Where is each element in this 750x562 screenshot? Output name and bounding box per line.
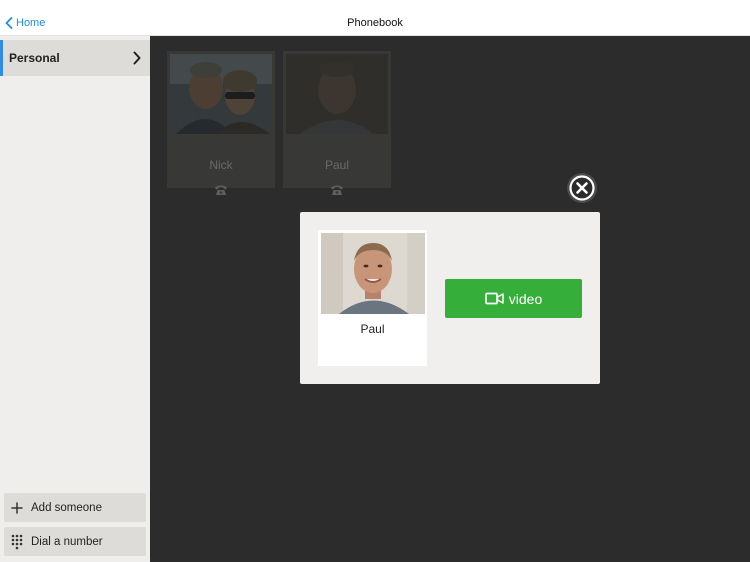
back-button[interactable]: Home — [5, 14, 45, 32]
close-circle-icon — [567, 173, 597, 203]
sidebar-item-label: Personal — [9, 51, 60, 65]
contact-name: Nick — [209, 158, 233, 172]
call-options-dialog: Paul video — [300, 212, 600, 384]
sidebar: Personal Add someone Dial a number — [0, 36, 150, 562]
page-title: Phonebook — [347, 17, 403, 29]
plus-icon — [4, 501, 30, 514]
back-label: Home — [16, 17, 46, 29]
video-call-button[interactable]: video — [445, 279, 582, 318]
phone-icon[interactable] — [214, 184, 228, 196]
video-camera-icon — [484, 292, 504, 305]
video-call-label: video — [508, 290, 543, 307]
add-someone-button[interactable]: Add someone — [4, 493, 146, 522]
selected-contact-card: Paul — [318, 230, 427, 366]
contact-card-paul[interactable]: Paul — [283, 51, 391, 195]
dial-number-button[interactable]: Dial a number — [4, 527, 146, 556]
contact-name: Paul — [360, 322, 385, 336]
sidebar-item-personal[interactable]: Personal — [0, 40, 150, 76]
add-someone-label: Add someone — [31, 501, 102, 514]
contact-photo — [321, 233, 425, 314]
contact-name: Paul — [324, 158, 350, 172]
chevron-left-icon — [5, 17, 13, 29]
phone-icon[interactable] — [330, 184, 344, 196]
dial-number-label: Dial a number — [31, 535, 103, 548]
dialpad-icon — [4, 534, 30, 550]
close-button[interactable] — [566, 172, 598, 204]
contact-photo — [170, 54, 272, 134]
chevron-right-icon — [133, 51, 141, 65]
contact-photo — [286, 54, 388, 134]
top-bar: Home Phonebook — [0, 0, 750, 36]
contact-card-nick[interactable]: Nick — [167, 51, 275, 195]
selection-indicator — [0, 40, 3, 76]
